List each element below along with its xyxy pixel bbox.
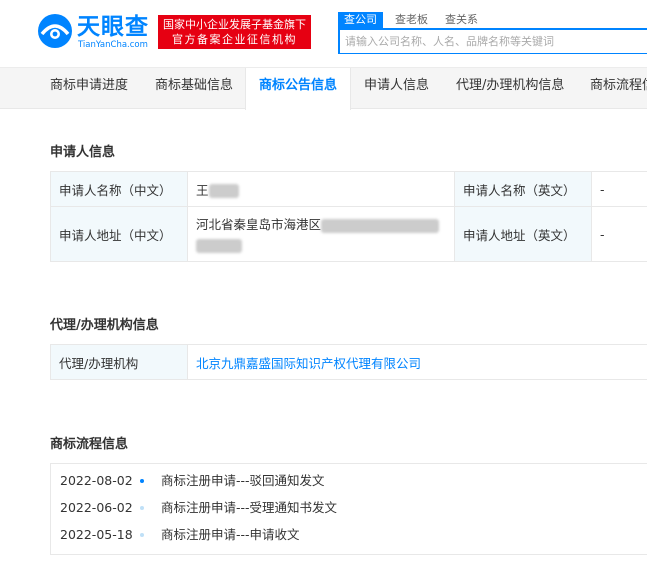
detail-nav: 商标申请进度 商标基础信息 商标公告信息 申请人信息 代理/办理机构信息 商标流… xyxy=(0,67,647,110)
flow-section-title: 商标流程信息 xyxy=(50,437,129,452)
addr-cn-value: 河北省秦皇岛市海港区 xyxy=(196,217,322,232)
search-box xyxy=(338,28,647,54)
tab-basic-info[interactable]: 商标基础信息 xyxy=(155,68,233,109)
name-cn-cell: 王 xyxy=(187,171,455,207)
logo-text: 天眼查 xyxy=(77,14,149,40)
tab-flow-info[interactable]: 商标流程信 xyxy=(590,68,647,109)
table-row: 代理/办理机构 北京九鼎嘉盛国际知识产权代理有限公司 xyxy=(50,344,647,380)
addr-en-label: 申请人地址（英文） xyxy=(454,206,592,262)
list-item: 2022-05-18 商标注册申请---申请收文 xyxy=(51,525,647,545)
name-cn-value: 王 xyxy=(196,182,209,198)
tab-application-progress[interactable]: 商标申请进度 xyxy=(50,68,128,109)
timeline-dot-icon xyxy=(140,506,144,510)
redacted-text xyxy=(208,184,239,198)
timeline-dot-icon xyxy=(140,479,144,483)
flow-text: 商标注册申请---驳回通知发文 xyxy=(161,473,325,488)
table-row: 申请人名称（中文） 王 申请人名称（英文） - xyxy=(50,171,647,207)
timeline-dot-icon xyxy=(140,533,144,537)
search-tab-boss[interactable]: 查老板 xyxy=(395,12,428,28)
tab-agency-info[interactable]: 代理/办理机构信息 xyxy=(456,68,564,109)
search-input[interactable] xyxy=(340,30,647,53)
tab-announcement-info[interactable]: 商标公告信息 xyxy=(245,68,352,110)
badge-line-1: 国家中小企业发展子基金旗下 xyxy=(163,18,306,31)
agency-table: 代理/办理机构 北京九鼎嘉盛国际知识产权代理有限公司 xyxy=(50,344,647,380)
redacted-text xyxy=(321,218,440,233)
flow-date: 2022-08-02 xyxy=(60,473,133,488)
flow-date: 2022-06-02 xyxy=(60,500,133,515)
official-badge[interactable]: 国家中小企业发展子基金旗下 官方备案企业征信机构 xyxy=(158,15,311,49)
search-tab-company[interactable]: 查公司 xyxy=(338,12,383,28)
logo[interactable]: 天眼查 TianYanCha.com xyxy=(36,12,156,52)
agency-cell: 北京九鼎嘉盛国际知识产权代理有限公司 xyxy=(187,344,647,380)
list-item: 2022-08-02 商标注册申请---驳回通知发文 xyxy=(51,471,647,491)
flow-text: 商标注册申请---申请收文 xyxy=(161,527,300,542)
list-item: 2022-06-02 商标注册申请---受理通知书发文 xyxy=(51,498,647,518)
top-bar: 天眼查 TianYanCha.com 国家中小企业发展子基金旗下 官方备案企业征… xyxy=(0,0,647,67)
name-en-value: - xyxy=(591,171,647,207)
agency-link[interactable]: 北京九鼎嘉盛国际知识产权代理有限公司 xyxy=(196,356,421,371)
name-cn-label: 申请人名称（中文） xyxy=(50,171,188,207)
redacted-text xyxy=(196,238,242,253)
search-tab-relation[interactable]: 查关系 xyxy=(445,12,478,28)
badge-line-2: 官方备案企业征信机构 xyxy=(172,33,297,46)
name-en-label: 申请人名称（英文） xyxy=(454,171,592,207)
flow-date: 2022-05-18 xyxy=(60,527,133,542)
addr-cn-cell: 河北省秦皇岛市海港区 xyxy=(187,206,455,262)
applicant-section-title: 申请人信息 xyxy=(50,145,116,160)
agency-label: 代理/办理机构 xyxy=(50,344,188,380)
agency-section-title: 代理/办理机构信息 xyxy=(50,318,159,333)
flow-text: 商标注册申请---受理通知书发文 xyxy=(161,500,338,515)
tab-applicant-info[interactable]: 申请人信息 xyxy=(364,68,429,109)
applicant-table: 申请人名称（中文） 王 申请人名称（英文） - 申请人地址（中文） 河北省秦皇岛… xyxy=(50,171,647,262)
addr-en-value: - xyxy=(591,206,647,262)
logo-domain: TianYanCha.com xyxy=(78,40,148,50)
table-row: 申请人地址（中文） 河北省秦皇岛市海港区 申请人地址（英文） - xyxy=(50,206,647,262)
flow-list: 2022-08-02 商标注册申请---驳回通知发文 2022-06-02 商标… xyxy=(50,463,647,555)
eye-logo-icon xyxy=(38,14,72,48)
addr-cn-label: 申请人地址（中文） xyxy=(50,206,188,262)
